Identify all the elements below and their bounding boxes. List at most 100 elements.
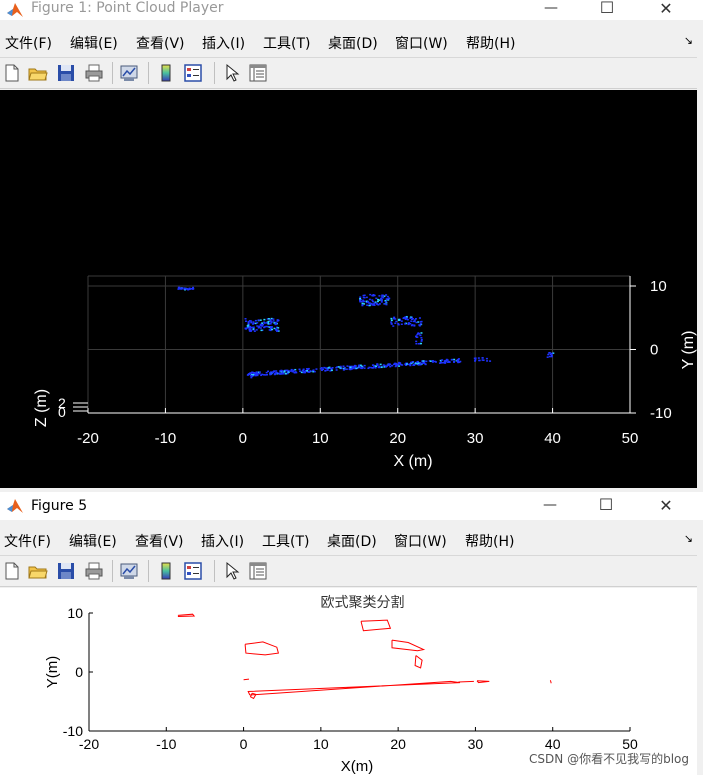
menu-edit[interactable]: 编辑(E) xyxy=(69,531,117,551)
property-inspector-icon[interactable] xyxy=(248,63,268,83)
point-cloud-point xyxy=(342,365,345,367)
minimize-button[interactable]: — xyxy=(527,497,573,513)
point-cloud-point xyxy=(360,300,363,303)
print-icon[interactable] xyxy=(84,561,104,581)
z-tick-label: 0 xyxy=(58,404,66,420)
point-cloud-axes-area[interactable]: -20 -10 0 10 20 30 40 50 10 0 -10 2 0 X (m) Y (m) Z (m) xyxy=(0,90,697,488)
point-cloud-point xyxy=(292,371,295,373)
menu-file[interactable]: 文件(F) xyxy=(4,531,51,551)
colorbar-icon[interactable] xyxy=(156,561,176,581)
cluster-plot[interactable]: 欧式聚类分割-20 -10 0 10 20 30 40 50100-10X(m)Y(m) xyxy=(0,588,697,775)
menu-insert[interactable]: 插入(I) xyxy=(202,33,245,53)
link-plot-icon[interactable] xyxy=(119,63,139,83)
point-cloud-point xyxy=(409,317,412,319)
point-cloud-point xyxy=(188,288,191,290)
point-cloud-point xyxy=(275,328,278,330)
close-button[interactable]: ✕ xyxy=(643,496,689,515)
point-cloud-point xyxy=(429,360,432,362)
point-cloud-point xyxy=(378,366,381,369)
point-cloud-point xyxy=(252,328,255,330)
legend-icon[interactable] xyxy=(183,63,203,83)
new-file-icon[interactable] xyxy=(2,561,22,581)
figure1-menubar: 文件(F) 编辑(E) 查看(V) 插入(I) 工具(T) 桌面(D) 窗口(W… xyxy=(0,30,703,54)
open-folder-icon[interactable] xyxy=(28,63,48,83)
point-cloud-point xyxy=(390,321,393,323)
menu-overflow-icon[interactable]: ↘ xyxy=(684,532,693,545)
y-tick-label: -10 xyxy=(650,405,672,422)
figure5-titlebar[interactable]: Figure 5 — ☐ ✕ xyxy=(0,492,703,520)
cluster-axes-area[interactable]: 欧式聚类分割 -20 -10 0 10 20 30 40 50 10 0 -10 X(m) Y(m) xyxy=(0,588,697,775)
menu-desktop[interactable]: 桌面(D) xyxy=(328,33,378,53)
point-cloud-point xyxy=(312,369,315,371)
menu-window[interactable]: 窗口(W) xyxy=(394,531,447,551)
maximize-button[interactable]: ☐ xyxy=(584,0,630,17)
point-cloud-point xyxy=(325,367,328,370)
toolbar-separator xyxy=(214,62,215,84)
x-axis-label: X(m) xyxy=(341,758,374,775)
menu-help[interactable]: 帮助(H) xyxy=(466,33,515,53)
point-cloud-point xyxy=(481,357,484,359)
point-cloud-point xyxy=(252,373,255,376)
menu-tools[interactable]: 工具(T) xyxy=(262,531,309,551)
point-cloud-point xyxy=(550,355,553,358)
point-cloud-point xyxy=(393,316,396,319)
point-cloud-point xyxy=(489,360,492,362)
minimize-button[interactable]: — xyxy=(528,0,574,16)
point-cloud-point xyxy=(419,334,422,337)
print-icon[interactable] xyxy=(84,63,104,83)
menu-desktop[interactable]: 桌面(D) xyxy=(327,531,377,551)
menu-insert[interactable]: 插入(I) xyxy=(201,531,244,551)
y-axis-label: Y(m) xyxy=(44,656,61,689)
close-button[interactable]: ✕ xyxy=(643,0,689,18)
point-cloud-point xyxy=(252,326,255,328)
pointer-icon[interactable] xyxy=(222,561,242,581)
point-cloud-point xyxy=(298,368,301,371)
point-cloud-point xyxy=(253,330,256,332)
point-cloud-point xyxy=(353,364,356,367)
figure1-titlebar[interactable]: Figure 1: Point Cloud Player — ☐ ✕ xyxy=(0,0,703,20)
point-cloud-point xyxy=(415,336,418,339)
legend-icon[interactable] xyxy=(183,561,203,581)
point-cloud-point xyxy=(387,363,390,365)
property-inspector-icon[interactable] xyxy=(248,561,268,581)
colorbar-icon[interactable] xyxy=(156,63,176,83)
new-file-icon[interactable] xyxy=(2,63,22,83)
point-cloud-point xyxy=(369,293,372,296)
point-cloud-point xyxy=(375,302,378,305)
menu-tools[interactable]: 工具(T) xyxy=(263,33,310,53)
point-cloud-point xyxy=(286,372,289,375)
save-icon[interactable] xyxy=(56,561,76,581)
cluster-contour xyxy=(243,678,250,681)
point-cloud-point xyxy=(320,367,323,369)
point-cloud-plot[interactable]: -20 -10 0 10 20 30 40 50100-1020X (m)Y (m)Z (m) xyxy=(0,90,697,488)
pointer-icon[interactable] xyxy=(222,63,242,83)
point-cloud-point xyxy=(259,327,262,329)
menu-view[interactable]: 查看(V) xyxy=(135,531,184,551)
save-icon[interactable] xyxy=(56,63,76,83)
point-cloud-point xyxy=(390,364,393,367)
menu-edit[interactable]: 编辑(E) xyxy=(70,33,118,53)
point-cloud-point xyxy=(326,369,329,371)
point-cloud-point xyxy=(378,299,381,301)
point-cloud-point xyxy=(260,329,263,332)
menu-view[interactable]: 查看(V) xyxy=(136,33,185,53)
menu-file[interactable]: 文件(F) xyxy=(5,33,52,53)
point-cloud-point xyxy=(285,369,288,372)
figure1-title: Figure 1: Point Cloud Player xyxy=(31,0,224,16)
link-plot-icon[interactable] xyxy=(119,561,139,581)
x-tick-label: 20 xyxy=(389,430,406,447)
menu-overflow-icon[interactable]: ↘ xyxy=(684,34,693,47)
point-cloud-point xyxy=(434,361,437,363)
background-window-strip xyxy=(697,90,703,488)
open-folder-icon[interactable] xyxy=(28,561,48,581)
point-cloud-point xyxy=(258,325,261,328)
z-axis-label: Z (m) xyxy=(33,389,50,427)
point-cloud-point xyxy=(244,320,247,322)
menu-window[interactable]: 窗口(W) xyxy=(395,33,448,53)
maximize-button[interactable]: ☐ xyxy=(583,495,629,514)
point-cloud-point xyxy=(418,332,421,335)
figure1-toolbar xyxy=(0,57,697,89)
menu-help[interactable]: 帮助(H) xyxy=(465,531,514,551)
point-cloud-point xyxy=(284,373,287,375)
point-cloud-point xyxy=(371,300,374,303)
